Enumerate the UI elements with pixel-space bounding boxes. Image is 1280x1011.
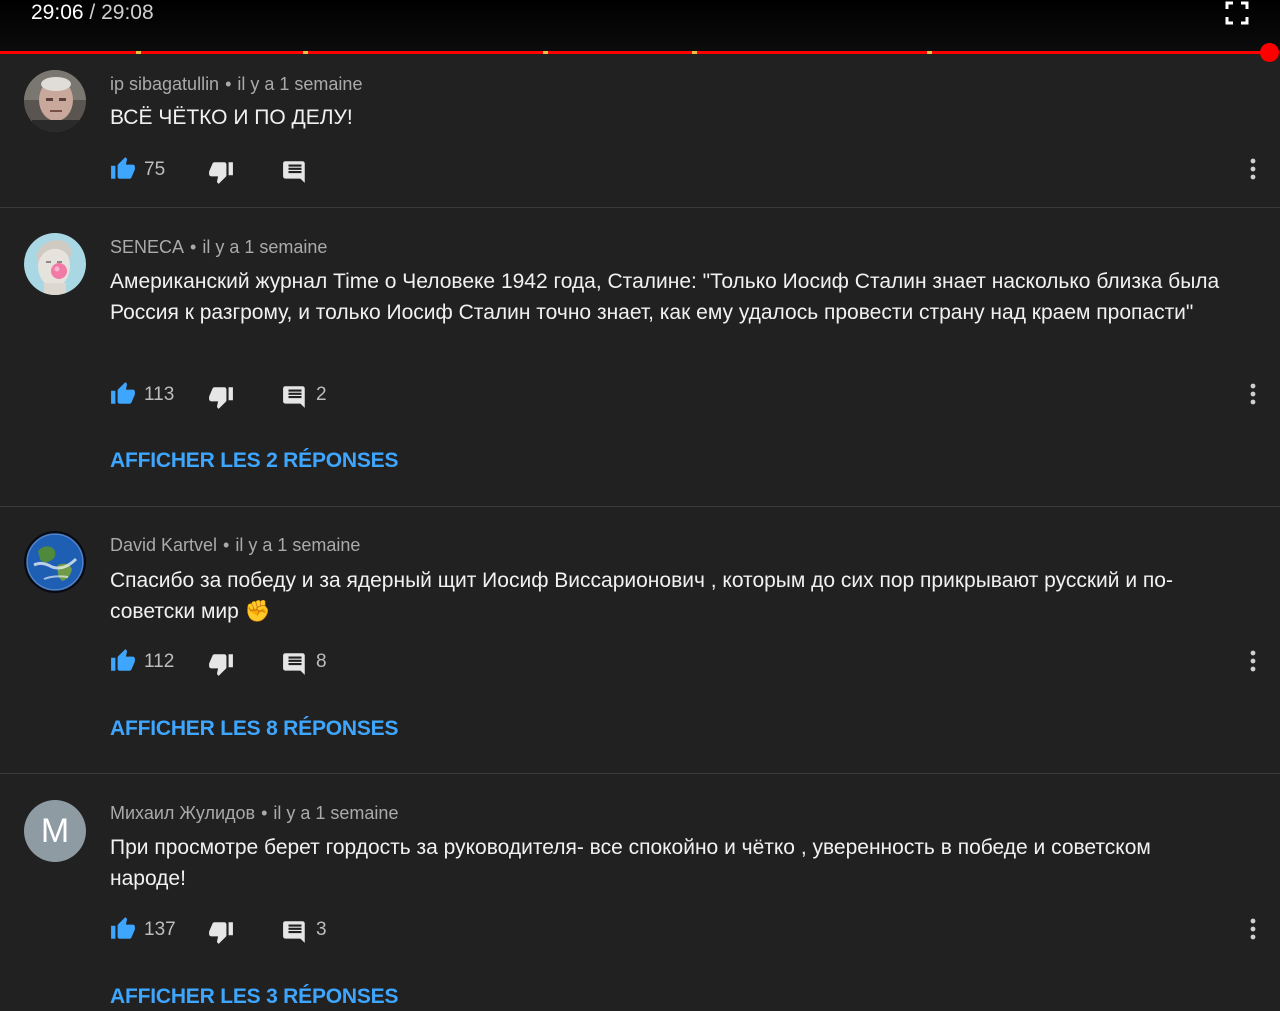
time-display: 29:06 / 29:08 xyxy=(31,1,154,25)
avatar-photo-icon xyxy=(24,70,86,132)
avatar[interactable] xyxy=(24,531,86,593)
avatar[interactable] xyxy=(24,70,86,132)
dislike-icon[interactable] xyxy=(208,159,234,185)
reply-icon[interactable] xyxy=(282,383,308,409)
chapter-marker xyxy=(543,51,548,54)
like-icon[interactable] xyxy=(110,156,136,182)
divider xyxy=(0,506,1280,507)
time-separator: / xyxy=(89,1,96,24)
divider xyxy=(0,773,1280,774)
chapter-marker xyxy=(303,51,308,54)
fullscreen-icon[interactable] xyxy=(1225,1,1249,25)
avatar[interactable] xyxy=(24,233,86,295)
reply-count: 2 xyxy=(316,384,327,405)
reply-icon[interactable] xyxy=(282,918,308,944)
comment-meta: Михаил Жулидов • il y a 1 semaine xyxy=(110,803,399,823)
view-replies-button[interactable]: AFFICHER LES 3 RÉPONSES xyxy=(110,984,398,1010)
more-options-icon[interactable] xyxy=(1250,650,1256,672)
comment-time: il y a 1 semaine xyxy=(237,74,363,94)
comment-actions: 112 8 xyxy=(110,648,1260,676)
comment-author[interactable]: ip sibagatullin xyxy=(110,74,219,94)
avatar-letter: M xyxy=(40,812,70,850)
comment-text: ВСЁ ЧЁТКО И ПО ДЕЛУ! xyxy=(110,106,353,129)
reply-count: 8 xyxy=(316,651,327,672)
comment-author[interactable]: David Kartvel xyxy=(110,535,217,555)
more-options-icon[interactable] xyxy=(1250,383,1256,405)
comment-time: il y a 1 semaine xyxy=(273,803,399,823)
divider xyxy=(0,207,1280,208)
more-options-icon[interactable] xyxy=(1250,158,1256,180)
dislike-icon[interactable] xyxy=(208,651,234,677)
like-count: 112 xyxy=(144,651,175,672)
view-replies-button[interactable]: AFFICHER LES 2 RÉPONSES xyxy=(110,448,398,474)
avatar-earth-icon xyxy=(24,531,86,593)
reply-icon[interactable] xyxy=(282,650,308,676)
scrubber-handle[interactable] xyxy=(1260,43,1279,62)
like-count: 75 xyxy=(144,159,166,180)
comment-author[interactable]: SENECA xyxy=(110,237,184,257)
comment-author[interactable]: Михаил Жулидов xyxy=(110,803,255,823)
avatar[interactable]: M xyxy=(24,800,86,862)
comment-meta: David Kartvel • il y a 1 semaine xyxy=(110,535,361,555)
dislike-icon[interactable] xyxy=(208,384,234,410)
like-icon[interactable] xyxy=(110,648,136,674)
comment-time: il y a 1 semaine xyxy=(235,535,361,555)
view-replies-button[interactable]: AFFICHER LES 8 RÉPONSES xyxy=(110,716,398,742)
chapter-marker xyxy=(927,51,932,54)
reply-icon[interactable] xyxy=(282,158,308,184)
chapter-marker xyxy=(136,51,141,54)
chapter-marker xyxy=(692,51,697,54)
avatar-statue-icon xyxy=(24,233,86,295)
comment-time: il y a 1 semaine xyxy=(202,237,328,257)
video-player-bar: 29:06 / 29:08 xyxy=(0,0,1280,62)
dislike-icon[interactable] xyxy=(208,919,234,945)
comment-actions: 137 3 xyxy=(110,916,1260,944)
current-time: 29:06 xyxy=(31,1,84,24)
duration: 29:08 xyxy=(101,1,154,24)
reply-count: 3 xyxy=(316,919,327,940)
more-options-icon[interactable] xyxy=(1250,918,1256,940)
comment-text: При просмотре берет гордость за руководи… xyxy=(110,836,1151,890)
comment-text: Спасибо за победу и за ядерный щит Иосиф… xyxy=(110,569,1173,623)
comment-text: Американский журнал Time о Человеке 1942… xyxy=(110,270,1220,324)
comment-actions: 113 2 xyxy=(110,381,1260,409)
like-count: 113 xyxy=(144,384,175,405)
comment-actions: 75 xyxy=(110,156,1260,184)
comment-meta: SENECA • il y a 1 semaine xyxy=(110,237,328,257)
comment-meta: ip sibagatullin • il y a 1 semaine xyxy=(110,74,363,94)
progress-bar[interactable] xyxy=(0,51,1269,54)
like-count: 137 xyxy=(144,919,176,940)
like-icon[interactable] xyxy=(110,916,136,942)
like-icon[interactable] xyxy=(110,381,136,407)
